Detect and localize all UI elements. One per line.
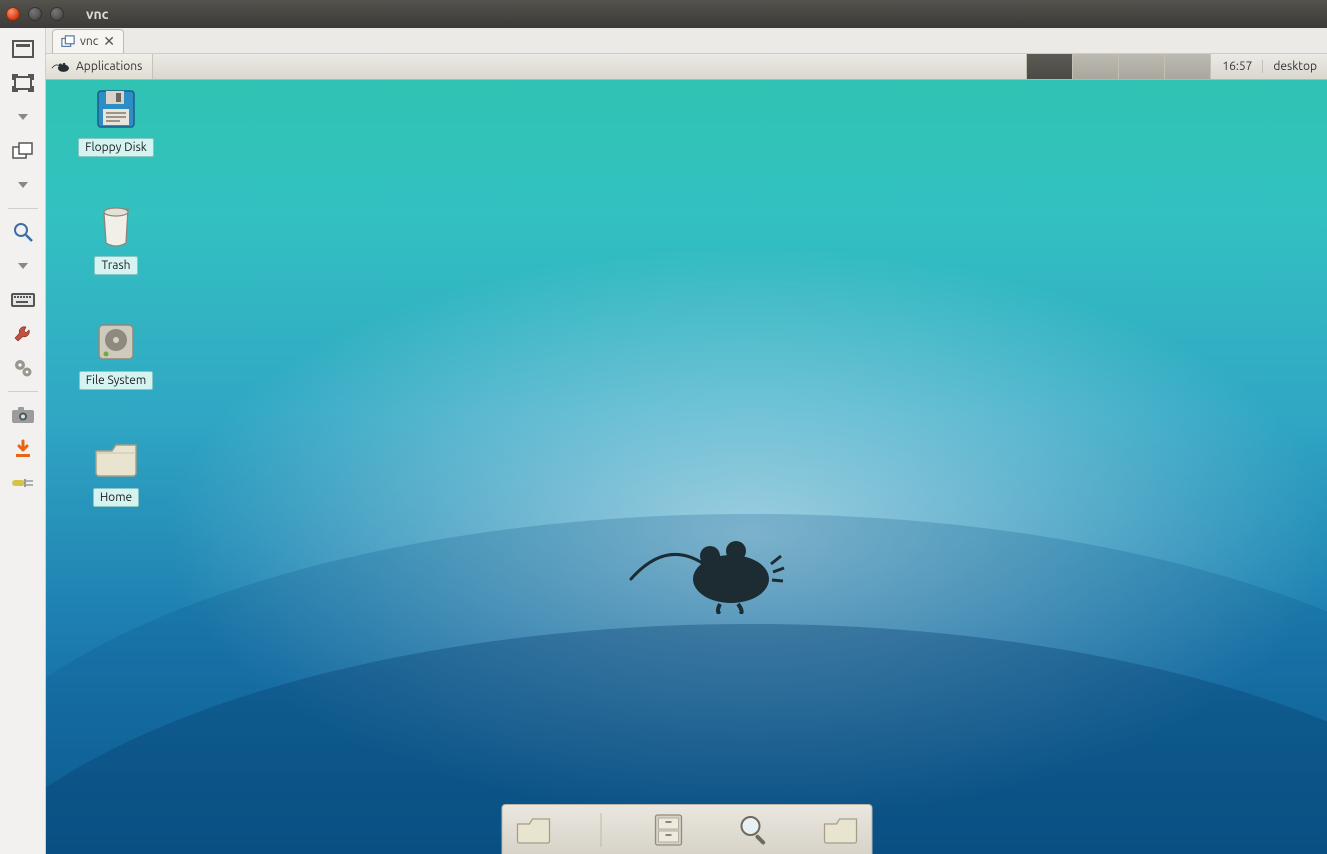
xfce-mouse-icon: [50, 57, 72, 77]
workspace-3[interactable]: [1118, 54, 1164, 79]
xfce-wallpaper-logo: [626, 524, 796, 614]
workspace-1[interactable]: [1026, 54, 1072, 79]
hard-drive-icon: [93, 319, 139, 365]
desktop-icon-label: File System: [79, 371, 154, 390]
panel-user-button[interactable]: desktop: [1262, 60, 1327, 73]
tool-keyboard-icon[interactable]: [5, 285, 41, 315]
remmina-toolbar: [0, 28, 46, 854]
desktop-icon-label: Floppy Disk: [78, 138, 154, 157]
panel-clock[interactable]: 16:57: [1212, 60, 1262, 73]
client-area: vnc ✕ Applica: [46, 28, 1327, 854]
desktop-icon-trash[interactable]: Trash: [64, 204, 168, 275]
tool-zoom-icon[interactable]: [5, 217, 41, 247]
window-maximize-button[interactable]: [50, 7, 64, 21]
remote-desktop[interactable]: Applications 16:57 desktop: [46, 54, 1327, 854]
floppy-disk-icon: [93, 86, 139, 132]
workspace-4[interactable]: [1164, 54, 1210, 79]
workspace-2[interactable]: [1072, 54, 1118, 79]
applications-menu-button[interactable]: Applications: [46, 54, 153, 79]
titlebar: vnc: [0, 0, 1327, 28]
tool-disconnect-icon[interactable]: [5, 468, 41, 498]
applications-label: Applications: [76, 60, 142, 73]
desktop-icon-label: Home: [93, 488, 139, 507]
outer-window: vnc: [0, 0, 1327, 854]
workspace-pager[interactable]: [1026, 54, 1210, 79]
tool-gears-icon[interactable]: [5, 353, 41, 383]
desktop-icon-filesystem[interactable]: File System: [64, 319, 168, 390]
tool-fullscreen-icon[interactable]: [5, 68, 41, 98]
tab-close-icon[interactable]: ✕: [103, 41, 115, 43]
folder-icon: [822, 815, 858, 845]
trash-icon: [93, 204, 139, 250]
magnifier-icon: [737, 813, 771, 847]
tab-strip: vnc ✕: [46, 28, 1327, 54]
tool-fit-window-icon[interactable]: [5, 34, 41, 64]
tab-label: vnc: [80, 35, 98, 48]
desktop-icon-home[interactable]: Home: [64, 436, 168, 507]
toolbar-separator: [8, 391, 38, 392]
tab-vnc[interactable]: vnc ✕: [52, 29, 124, 53]
outer-body: vnc ✕ Applica: [0, 28, 1327, 854]
desktop-icon-floppy[interactable]: Floppy Disk: [64, 86, 168, 157]
dock-separator: [600, 813, 601, 847]
window-close-button[interactable]: [6, 7, 20, 21]
dock-filemanager-button[interactable]: [514, 811, 552, 849]
dock-archive-button[interactable]: [649, 811, 687, 849]
toolbar-separator: [8, 208, 38, 209]
folder-icon: [515, 815, 551, 845]
tool-dropdown-2[interactable]: [5, 170, 41, 200]
window-title: vnc: [86, 6, 109, 22]
xfce-top-panel: Applications 16:57 desktop: [46, 54, 1327, 80]
tool-dropdown-3[interactable]: [5, 251, 41, 281]
tool-dropdown-1[interactable]: [5, 102, 41, 132]
xfce-bottom-dock: [501, 804, 872, 854]
tool-download-icon[interactable]: [5, 434, 41, 464]
dock-search-button[interactable]: [735, 811, 773, 849]
folder-icon: [93, 436, 139, 482]
dock-home-button[interactable]: [821, 811, 859, 849]
desktop-icon-label: Trash: [94, 256, 137, 275]
tool-camera-icon[interactable]: [5, 400, 41, 430]
windows-overlap-icon: [61, 35, 75, 49]
file-cabinet-icon: [653, 813, 683, 847]
window-minimize-button[interactable]: [28, 7, 42, 21]
tool-switch-pages-icon[interactable]: [5, 136, 41, 166]
tool-wrench-icon[interactable]: [5, 319, 41, 349]
